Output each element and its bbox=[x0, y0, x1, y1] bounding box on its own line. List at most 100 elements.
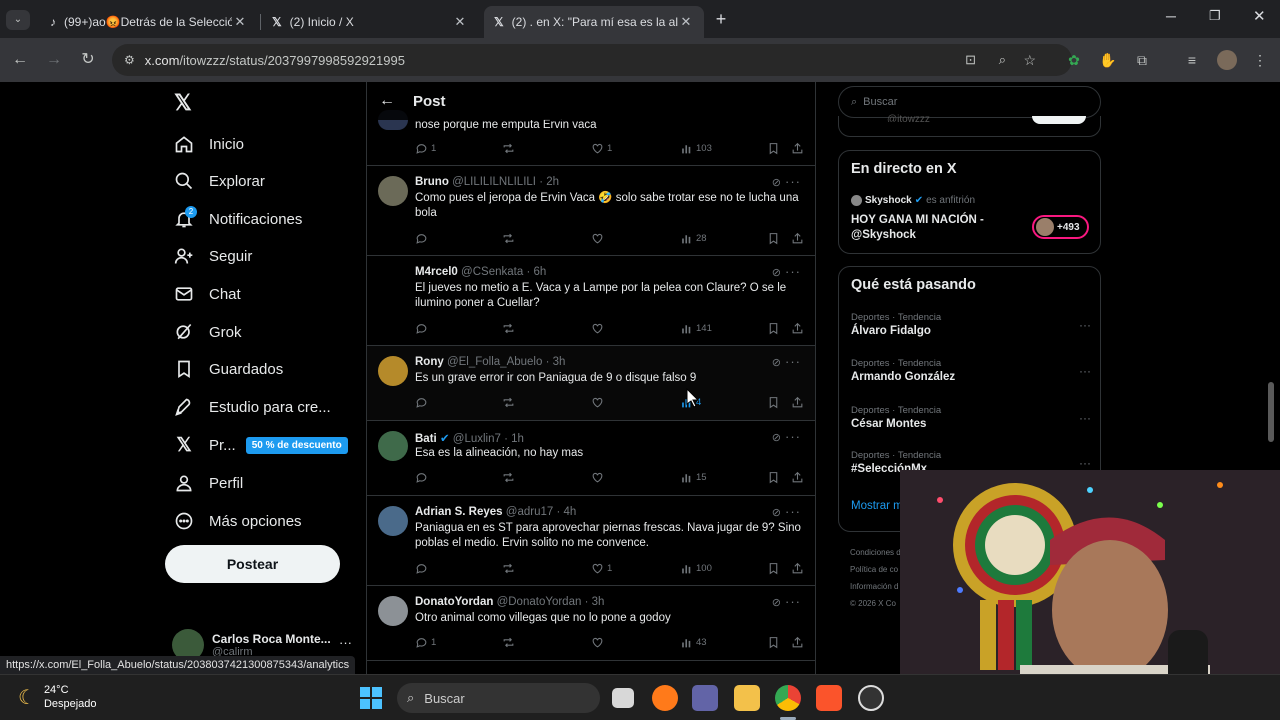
nav-profile[interactable]: Perfil bbox=[173, 470, 243, 496]
bookmark-button[interactable] bbox=[767, 636, 783, 649]
bookmark-button[interactable] bbox=[767, 396, 783, 409]
forward-arrow-icon[interactable]: → bbox=[44, 50, 64, 70]
author-handle[interactable]: @LILILILNLILILI bbox=[452, 176, 536, 188]
more-icon[interactable]: ··· bbox=[1079, 456, 1091, 470]
grok-icon[interactable]: ⊘ bbox=[772, 431, 781, 444]
nav-premium[interactable]: 𝕏 Pr... 50 % de descuento bbox=[173, 432, 348, 458]
like-button[interactable] bbox=[591, 636, 607, 649]
author-name[interactable]: M4rcel0 bbox=[415, 266, 458, 278]
like-button[interactable] bbox=[591, 232, 607, 245]
firefox-icon[interactable] bbox=[652, 685, 678, 711]
extension-icon[interactable]: ✋ bbox=[1098, 50, 1118, 70]
nav-chat[interactable]: Chat bbox=[173, 281, 241, 307]
more-icon[interactable]: ··· bbox=[785, 354, 801, 369]
trend-item[interactable]: Deportes · Tendencia César Montes ··· bbox=[851, 405, 1091, 430]
bookmark-button[interactable] bbox=[767, 322, 783, 335]
bookmark-button[interactable] bbox=[767, 562, 783, 575]
tab-search-button[interactable]: ⌄ bbox=[6, 10, 30, 30]
reply-button[interactable] bbox=[415, 471, 431, 484]
grok-icon[interactable]: ⊘ bbox=[772, 266, 781, 279]
avatar[interactable] bbox=[1217, 50, 1237, 70]
repost-button[interactable] bbox=[502, 232, 518, 245]
zoom-icon[interactable]: ⌕ bbox=[999, 52, 1006, 68]
reply-button[interactable]: 1 bbox=[415, 636, 436, 649]
reply-tweet[interactable]: DonatoYordan @DonatoYordan · 3h ⊘ ··· Otr… bbox=[367, 586, 815, 661]
grok-icon[interactable]: ⊘ bbox=[772, 176, 781, 189]
chrome-icon[interactable] bbox=[775, 685, 801, 711]
author-handle[interactable]: @DonatoYordan bbox=[497, 596, 582, 608]
more-icon[interactable]: ··· bbox=[785, 174, 801, 189]
share-button[interactable] bbox=[791, 396, 807, 409]
more-icon[interactable]: ··· bbox=[785, 429, 801, 444]
repost-button[interactable] bbox=[502, 636, 518, 649]
nav-creator-studio[interactable]: Estudio para cre... bbox=[173, 394, 331, 420]
reply-button[interactable] bbox=[415, 322, 431, 335]
page-scrollbar[interactable] bbox=[1268, 382, 1274, 442]
x-logo-icon[interactable]: 𝕏 bbox=[174, 90, 192, 116]
trend-item[interactable]: Deportes · Tendencia Armando González ··… bbox=[851, 358, 1091, 383]
repost-button[interactable] bbox=[502, 562, 518, 575]
browser-tab[interactable]: 𝕏 (2) Inicio / X ✕ bbox=[262, 6, 478, 38]
teams-icon[interactable] bbox=[692, 685, 718, 711]
author-name[interactable]: DonatoYordan bbox=[415, 596, 493, 608]
browser-tab[interactable]: ♪ (99+)ao😡Detrás de la Selecció ✕ bbox=[40, 6, 258, 38]
views-button[interactable]: 103 bbox=[680, 142, 712, 155]
repost-button[interactable] bbox=[502, 396, 518, 409]
reply-button[interactable] bbox=[415, 562, 431, 575]
views-button[interactable]: 28 bbox=[680, 232, 707, 245]
tweet-time[interactable]: · 2h bbox=[539, 176, 559, 188]
tweet-time[interactable]: · 3h bbox=[546, 356, 566, 368]
search-input[interactable]: ⌕ Buscar bbox=[838, 86, 1101, 118]
reply-tweet[interactable]: Bati ✔ @Luxlin7 · 1h ⊘ ··· Esa es la alin… bbox=[367, 421, 815, 496]
views-button[interactable]: 15 bbox=[680, 471, 707, 484]
app-icon[interactable] bbox=[858, 685, 884, 711]
repost-button[interactable] bbox=[502, 471, 518, 484]
author-handle[interactable]: @CSenkata bbox=[461, 266, 523, 278]
views-button[interactable]: 100 bbox=[680, 562, 712, 575]
more-icon[interactable]: ··· bbox=[785, 264, 801, 279]
views-button[interactable]: 43 bbox=[680, 636, 707, 649]
minimize-icon[interactable]: ─ bbox=[1166, 8, 1176, 24]
weather-widget[interactable]: ☾ 24°C Despejado bbox=[18, 683, 97, 711]
repost-button[interactable] bbox=[502, 142, 518, 155]
nav-home[interactable]: Inicio bbox=[173, 131, 244, 157]
more-icon[interactable]: ··· bbox=[785, 504, 801, 519]
nav-follow[interactable]: Seguir bbox=[173, 243, 252, 269]
restore-icon[interactable]: ❐ bbox=[1209, 8, 1221, 24]
share-button[interactable] bbox=[791, 562, 807, 575]
share-button[interactable] bbox=[791, 232, 807, 245]
close-icon[interactable]: ✕ bbox=[678, 14, 694, 30]
more-icon[interactable]: ··· bbox=[339, 635, 352, 650]
author-handle[interactable]: @Luxlin7 bbox=[453, 433, 501, 445]
install-app-icon[interactable]: ⊡ bbox=[965, 52, 976, 68]
browser-tab-active[interactable]: 𝕏 (2) . en X: "Para mí esa es la alin ✕ bbox=[484, 6, 704, 38]
grok-icon[interactable]: ⊘ bbox=[772, 596, 781, 609]
media-icon[interactable]: ≡ bbox=[1182, 50, 1202, 70]
author-name[interactable]: Adrian S. Reyes bbox=[415, 506, 503, 518]
author-handle[interactable]: @adru17 bbox=[506, 506, 553, 518]
bookmark-button[interactable] bbox=[767, 142, 783, 155]
like-button[interactable]: 1 bbox=[591, 562, 612, 575]
more-icon[interactable]: ··· bbox=[785, 594, 801, 609]
url-bar[interactable]: ⚙ x.com/itowzzz/status/20379979985929219… bbox=[112, 44, 1072, 76]
file-explorer-icon[interactable] bbox=[734, 685, 760, 711]
reply-button[interactable] bbox=[415, 396, 431, 409]
like-button[interactable] bbox=[591, 322, 607, 335]
grok-icon[interactable]: ⊘ bbox=[772, 356, 781, 369]
windows-start-icon[interactable] bbox=[360, 687, 382, 709]
nav-more[interactable]: Más opciones bbox=[173, 508, 302, 534]
post-button[interactable]: Postear bbox=[165, 545, 340, 583]
tweet-time[interactable]: · 3h bbox=[585, 596, 605, 608]
reply-button[interactable]: 1 bbox=[415, 142, 436, 155]
bookmark-button[interactable] bbox=[767, 471, 783, 484]
follow-button[interactable] bbox=[1032, 116, 1086, 124]
share-button[interactable] bbox=[791, 636, 807, 649]
new-tab-button[interactable]: + bbox=[710, 8, 732, 30]
nav-explore[interactable]: Explorar bbox=[173, 168, 265, 194]
trend-item[interactable]: Deportes · Tendencia Álvaro Fidalgo ··· bbox=[851, 312, 1091, 337]
back-arrow-icon[interactable]: ← bbox=[367, 92, 407, 110]
grok-icon[interactable]: ⊘ bbox=[772, 506, 781, 519]
author-name[interactable]: Rony bbox=[415, 356, 444, 368]
more-icon[interactable]: ··· bbox=[1079, 411, 1091, 425]
live-listeners-badge[interactable]: +493 bbox=[1032, 215, 1089, 239]
